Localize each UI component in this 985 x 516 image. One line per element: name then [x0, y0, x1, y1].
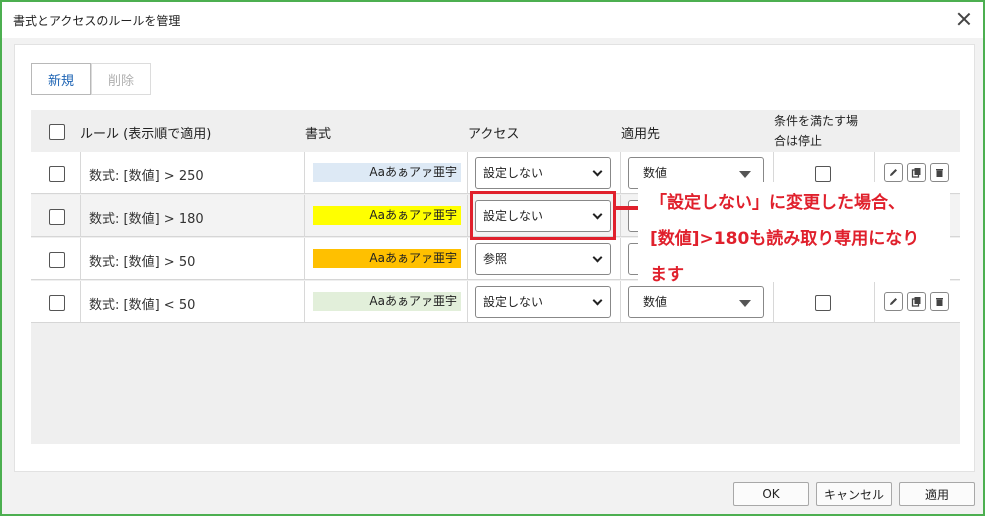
delete-icon[interactable] — [930, 163, 949, 182]
row-checkbox[interactable] — [49, 295, 65, 311]
annotation-callout: 「設定しない」に変更した場合、 [数値]>180も読み取り専用になり ます — [638, 182, 950, 285]
format-sample[interactable]: Aaあぁアァ亜宇 — [313, 163, 461, 182]
apply-button[interactable]: 適用 — [899, 482, 975, 506]
new-rule-button[interactable]: 新規 — [31, 63, 91, 95]
copy-icon[interactable] — [907, 292, 926, 311]
access-select[interactable]: 設定しない — [475, 157, 611, 189]
chevron-down-icon — [592, 252, 603, 263]
column-divider — [304, 238, 305, 280]
chevron-down-icon — [592, 166, 603, 177]
access-value: 設定しない — [483, 295, 544, 309]
column-divider — [304, 152, 305, 194]
column-divider — [80, 195, 81, 237]
annotation-line3: ます — [650, 265, 684, 285]
column-divider — [304, 195, 305, 237]
title-bar: 書式とアクセスのルールを管理 — [2, 2, 983, 38]
annotation-line2: [数値]>180も読み取り専用になり — [650, 229, 920, 249]
delete-icon[interactable] — [930, 292, 949, 311]
edit-icon[interactable] — [884, 292, 903, 311]
rule-formula: 数式: [数値] > 180 — [89, 212, 204, 227]
manage-rules-dialog: 書式とアクセスのルールを管理 新規 削除 ルール (表示順で適用) 書式 アクセ… — [0, 0, 985, 516]
format-sample[interactable]: Aaあぁアァ亜宇 — [313, 249, 461, 268]
header-access: アクセス — [468, 127, 520, 142]
row-checkbox[interactable] — [49, 166, 65, 182]
row-checkbox[interactable] — [49, 209, 65, 225]
apply-to-value: 数値 — [643, 295, 668, 309]
format-sample[interactable]: Aaあぁアァ亜宇 — [313, 292, 461, 311]
header-stop-line2: 合は停止 — [774, 134, 823, 148]
annotation-line1: 「設定しない」に変更した場合、 — [650, 193, 905, 213]
column-divider — [467, 195, 468, 237]
column-divider — [874, 281, 875, 323]
column-divider — [773, 281, 774, 323]
column-divider — [80, 281, 81, 323]
ok-button[interactable]: OK — [733, 482, 809, 506]
copy-icon[interactable] — [907, 163, 926, 182]
column-divider — [620, 152, 621, 194]
column-divider — [467, 152, 468, 194]
apply-to-value: 数値 — [643, 166, 668, 180]
access-select[interactable]: 参照 — [475, 243, 611, 275]
format-sample[interactable]: Aaあぁアァ亜宇 — [313, 206, 461, 225]
header-format: 書式 — [305, 127, 332, 142]
apply-to-select[interactable]: 数値 — [628, 286, 764, 318]
column-divider — [620, 195, 621, 237]
access-value: 設定しない — [483, 166, 544, 180]
header-stop-line1: 条件を満たす場 — [774, 114, 859, 128]
column-divider — [467, 281, 468, 323]
column-divider — [620, 281, 621, 323]
annotation-connector — [616, 206, 638, 210]
rule-formula: 数式: [数値] > 50 — [89, 255, 196, 270]
rule-formula: 数式: [数値] > 250 — [89, 169, 204, 184]
select-all-checkbox[interactable] — [49, 124, 65, 140]
header-rule: ルール (表示順で適用) — [80, 127, 212, 142]
close-icon[interactable] — [955, 10, 973, 28]
dialog-title: 書式とアクセスのルールを管理 — [13, 14, 181, 28]
column-divider — [80, 238, 81, 280]
header-apply-to: 適用先 — [621, 127, 661, 142]
row-checkbox[interactable] — [49, 252, 65, 268]
column-divider — [467, 238, 468, 280]
column-divider — [80, 152, 81, 194]
table-row[interactable]: 数式: [数値] < 50 Aaあぁアァ亜宇 設定しない 数値 — [31, 281, 960, 323]
edit-icon[interactable] — [884, 163, 903, 182]
column-divider — [304, 281, 305, 323]
cancel-button[interactable]: キャンセル — [816, 482, 892, 506]
chevron-down-icon — [592, 295, 603, 306]
rule-formula: 数式: [数値] < 50 — [89, 298, 196, 313]
access-select[interactable]: 設定しない — [475, 286, 611, 318]
stop-if-true-checkbox[interactable] — [815, 295, 831, 311]
grid-header: ルール (表示順で適用) 書式 アクセス 適用先 条件を満たす場 合は停止 — [31, 110, 960, 152]
dropdown-arrow-icon — [739, 300, 751, 307]
delete-rule-button[interactable]: 削除 — [91, 63, 151, 95]
access-value: 参照 — [483, 252, 508, 266]
highlight-box — [470, 191, 616, 240]
column-divider — [620, 238, 621, 280]
stop-if-true-checkbox[interactable] — [815, 166, 831, 182]
dropdown-arrow-icon — [739, 171, 751, 178]
